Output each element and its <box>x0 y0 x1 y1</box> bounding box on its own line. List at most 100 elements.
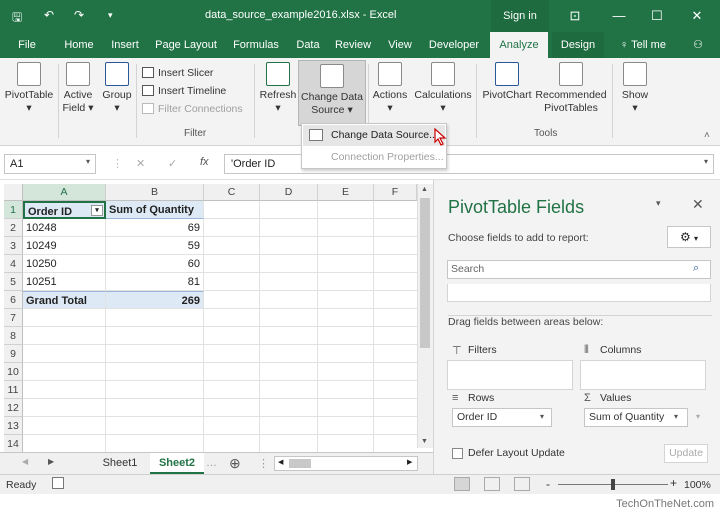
grand-total-label[interactable]: Grand Total <box>23 291 106 309</box>
insert-slicer-button[interactable]: Insert Slicer <box>142 64 258 82</box>
page-break-view-icon[interactable] <box>514 477 530 491</box>
row-header[interactable]: 11 <box>4 381 23 399</box>
vertical-scroll-thumb[interactable] <box>420 198 430 348</box>
hscroll-left-icon[interactable]: ◀ <box>278 458 283 466</box>
name-box[interactable]: A1 <box>4 154 96 174</box>
spreadsheet-grid[interactable]: A B C D E F 1 2 3 4 5 6 7 8 9 10 11 12 1… <box>0 180 433 452</box>
tab-view[interactable]: View <box>382 32 418 58</box>
pivotchart-button[interactable]: PivotChart <box>480 62 534 102</box>
sign-in-button[interactable]: Sign in <box>491 0 549 32</box>
filter-dropdown-icon[interactable]: ▾ <box>91 205 103 216</box>
recommended-pivottables-button[interactable]: Recommended PivotTables <box>534 62 608 115</box>
tab-developer[interactable]: Developer <box>424 32 484 58</box>
restore-button[interactable]: ☐ <box>638 0 676 32</box>
column-header[interactable]: D <box>260 184 318 201</box>
customize-qat-icon[interactable]: ▾ <box>108 10 113 21</box>
pivot-cell-quantity[interactable]: 59 <box>106 237 204 255</box>
collapse-ribbon-icon[interactable]: ˄ <box>704 130 710 141</box>
pivot-cell-order-id[interactable]: 10250 <box>23 255 106 273</box>
chevron-down-icon[interactable]: ▾ <box>674 412 678 421</box>
minimize-button[interactable]: — <box>600 0 638 32</box>
zoom-in-button[interactable]: + <box>670 476 677 490</box>
pivot-cell-order-id[interactable]: 10248 <box>23 219 106 237</box>
gear-icon[interactable]: ⚙ ▾ <box>667 226 711 248</box>
row-header[interactable]: 9 <box>4 345 23 363</box>
scroll-down-icon[interactable]: ▼ <box>421 438 428 445</box>
pivottable-button[interactable]: PivotTable ▾ <box>2 62 56 115</box>
chevron-down-icon[interactable]: ▾ <box>540 412 544 421</box>
pivot-header-order-id[interactable]: Order ID ▾ <box>23 201 106 219</box>
column-header[interactable]: B <box>106 184 204 201</box>
filters-drop-area[interactable] <box>447 360 573 390</box>
zoom-slider-thumb[interactable] <box>611 479 615 490</box>
insert-timeline-button[interactable]: Insert Timeline <box>142 82 258 100</box>
pivot-header-sum-quantity[interactable]: Sum of Quantity <box>106 201 204 219</box>
tab-data[interactable]: Data <box>292 32 324 58</box>
show-button[interactable]: Show ▾ <box>616 62 654 115</box>
tab-file[interactable]: File <box>12 32 42 58</box>
insert-function-icon[interactable]: fx <box>200 156 209 168</box>
row-header[interactable]: 13 <box>4 417 23 435</box>
share-icon[interactable]: ⚇ <box>686 32 710 58</box>
scroll-up-icon[interactable]: ▲ <box>421 186 428 193</box>
pivot-cell-quantity[interactable]: 69 <box>106 219 204 237</box>
row-header[interactable]: 10 <box>4 363 23 381</box>
sheet-tab-sheet2[interactable]: Sheet2 <box>150 453 204 474</box>
field-search-input[interactable]: Search <box>447 260 711 279</box>
filter-connections-button[interactable]: Filter Connections <box>142 100 258 118</box>
tab-design[interactable]: Design <box>552 32 604 58</box>
sheet-scroll-left-icon[interactable]: ◀ <box>22 457 28 466</box>
row-header[interactable]: 12 <box>4 399 23 417</box>
active-field-button[interactable]: Active Field ▾ <box>60 62 96 115</box>
more-sheets-icon[interactable]: … <box>206 457 217 469</box>
column-header[interactable]: F <box>374 184 417 201</box>
pivot-cell-order-id[interactable]: 10249 <box>23 237 106 255</box>
menu-item-connection-properties[interactable]: Connection Properties... <box>303 147 445 168</box>
tab-formulas[interactable]: Formulas <box>228 32 284 58</box>
undo-icon[interactable]: ↶ <box>44 8 54 22</box>
close-button[interactable]: ✕ <box>678 0 716 32</box>
splitter-icon[interactable]: ⋮ <box>258 457 269 470</box>
calculations-button[interactable]: Calculations ▾ <box>412 62 474 115</box>
row-header[interactable]: 6 <box>4 291 23 309</box>
tab-review[interactable]: Review <box>332 32 374 58</box>
redo-icon[interactable]: ↷ <box>74 8 84 22</box>
name-box-dropdown-icon[interactable]: ▾ <box>86 157 90 166</box>
select-all-corner[interactable] <box>4 184 23 201</box>
row-header[interactable]: 8 <box>4 327 23 345</box>
row-header[interactable]: 14 <box>4 435 23 452</box>
zoom-out-button[interactable]: - <box>546 477 550 491</box>
values-field-sum-quantity[interactable]: Sum of Quantity <box>584 408 688 427</box>
grand-total-value[interactable]: 269 <box>106 291 204 309</box>
row-header[interactable]: 2 <box>4 219 23 237</box>
expand-formula-icon[interactable]: ▾ <box>704 157 708 166</box>
sheet-scroll-right-icon[interactable]: ▶ <box>48 457 54 466</box>
hscroll-right-icon[interactable]: ▶ <box>407 458 412 466</box>
normal-view-icon[interactable] <box>454 477 470 491</box>
macro-record-icon[interactable] <box>52 477 64 489</box>
save-icon[interactable]: 🖫 <box>12 8 22 29</box>
column-header[interactable]: E <box>318 184 374 201</box>
menu-item-change-data-source[interactable]: Change Data Source... <box>303 125 445 146</box>
zoom-level[interactable]: 100% <box>684 479 711 491</box>
row-header[interactable]: 7 <box>4 309 23 327</box>
horizontal-scrollbar[interactable]: ◀ ▶ <box>274 456 418 471</box>
formula-input[interactable]: 'Order ID <box>224 154 714 174</box>
columns-drop-area[interactable] <box>580 360 706 390</box>
row-header[interactable]: 3 <box>4 237 23 255</box>
update-button[interactable]: Update <box>664 444 708 463</box>
page-layout-view-icon[interactable] <box>484 477 500 491</box>
row-header[interactable]: 1 <box>4 201 23 219</box>
tell-me-box[interactable]: ♀ Tell me <box>612 32 674 58</box>
actions-button[interactable]: Actions ▾ <box>370 62 410 115</box>
enter-icon[interactable]: ✓ <box>168 157 177 170</box>
horizontal-scroll-thumb[interactable] <box>289 459 311 468</box>
new-sheet-icon[interactable]: ⊕ <box>229 455 241 472</box>
refresh-button[interactable]: Refresh ▾ <box>258 62 298 115</box>
ribbon-display-options-icon[interactable]: ⊡ <box>556 0 594 32</box>
field-list[interactable] <box>447 284 711 302</box>
tab-insert[interactable]: Insert <box>106 32 144 58</box>
close-pane-icon[interactable]: ✕ <box>692 196 704 213</box>
pane-options-icon[interactable]: ▾ <box>656 198 661 209</box>
change-data-source-button[interactable]: Change Data Source ▾ <box>298 60 366 126</box>
